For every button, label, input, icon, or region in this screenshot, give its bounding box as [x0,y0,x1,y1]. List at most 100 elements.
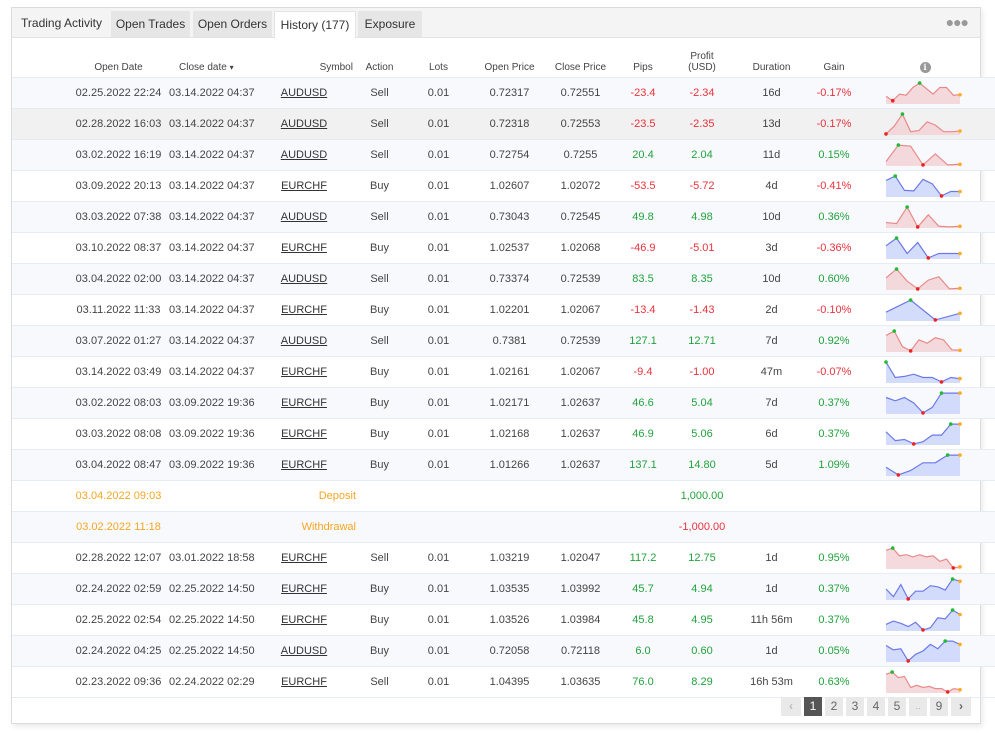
symbol-cell[interactable]: AUDUSD [251,635,357,667]
symbol-cell-text[interactable]: EURCHF [281,304,327,316]
symbol-cell-text[interactable]: AUDUSD [281,118,327,130]
sparkline-cell [860,77,990,109]
tab-history[interactable]: History (177) [274,11,356,38]
lots-cell-text: 0.01 [427,397,450,409]
symbol-cell-text[interactable]: AUDUSD [281,87,327,99]
sparkline-cell [860,666,990,698]
col-pips[interactable]: Pips [617,38,669,78]
symbol-cell[interactable]: EURCHF [251,232,357,264]
info-icon[interactable]: i [919,62,931,73]
symbol-cell-text[interactable]: EURCHF [281,583,327,595]
symbol-cell[interactable]: EURCHF [251,604,357,636]
open-date-cell: 02.25.2022 22:24 [12,77,169,109]
close-price-cell: 1.02068 [544,232,617,264]
symbol-cell[interactable]: EURCHF [251,294,357,326]
sparkline-low-marker [926,256,931,260]
pips-cell: 76.0 [617,666,669,698]
col-duration[interactable]: Duration [735,38,808,78]
symbol-cell[interactable]: EURCHF [251,449,357,481]
tab-open-orders[interactable]: Open Orders [193,11,272,37]
pagination-page-9[interactable]: 9 [930,697,948,716]
symbol-cell-text[interactable]: EURCHF [281,397,327,409]
col-open-price[interactable]: Open Price [475,38,544,78]
symbol-cell-text[interactable]: EURCHF [281,552,327,564]
trade-sparkline [885,267,962,291]
pagination-prev-button[interactable]: ‹ [781,697,801,716]
pagination-page-4[interactable]: 4 [867,697,885,716]
col-spacer [990,38,995,78]
tab-open-trades[interactable]: Open Trades [111,11,190,37]
pips-cell-text: 20.4 [632,149,654,161]
pagination-page-2[interactable]: 2 [825,697,843,716]
symbol-cell[interactable]: EURCHF [251,573,357,605]
gain-cell-text: 1.09% [818,459,850,471]
symbol-cell[interactable]: EURCHF [251,542,357,574]
gain-cell-text: 0.37% [818,397,850,409]
symbol-cell[interactable]: EURCHF [251,356,357,388]
symbol-cell-text[interactable]: EURCHF [281,180,327,192]
close-price-cell-text: 1.02067 [560,304,601,316]
transaction-amount-cell: -1,000.00 [669,511,735,543]
symbol-cell-text[interactable]: AUDUSD [281,273,327,285]
col-open-date[interactable]: Open Date [12,38,169,78]
symbol-cell[interactable]: EURCHF [251,666,357,698]
symbol-cell-text[interactable]: EURCHF [281,242,327,254]
empty-cell [617,511,669,543]
col-close-price[interactable]: Close Price [544,38,617,78]
empty-cell [808,480,860,512]
symbol-cell[interactable]: EURCHF [251,387,357,419]
pips-cell: 49.8 [617,201,669,233]
symbol-cell-text[interactable]: EURCHF [281,428,327,440]
col-close-date[interactable]: Close date ▾ Symbol [169,38,357,78]
duration-cell-text: 6d [765,428,778,440]
close-price-cell-text: 0.72551 [560,87,601,99]
table-row: 03.02.2022 08:03 03.09.2022 19:36 EURCHF Bu… [12,387,995,419]
col-profit[interactable]: Profit (USD) [669,38,735,78]
pagination-next-button[interactable]: › [951,697,971,716]
pagination-page-5[interactable]: 5 [888,697,906,716]
symbol-cell[interactable]: AUDUSD [251,139,357,171]
symbol-cell[interactable]: AUDUSD [251,108,357,140]
duration-cell: 10d [735,201,808,233]
symbol-cell-text[interactable]: EURCHF [281,614,327,626]
profit-cell: 8.35 [669,263,735,295]
transaction-type-cell-text: Deposit [318,490,356,502]
symbol-cell[interactable]: AUDUSD [251,263,357,295]
symbol-cell[interactable]: EURCHF [251,170,357,202]
tab-exposure[interactable]: Exposure [358,11,422,37]
symbol-cell-text[interactable]: EURCHF [281,366,327,378]
spacer-cell [990,635,995,667]
symbol-cell-text[interactable]: AUDUSD [281,645,327,657]
col-lots[interactable]: Lots [402,38,475,78]
col-symbol[interactable]: Symbol [320,62,353,73]
tab-trading-activity[interactable]: Trading Activity [12,8,111,37]
close-price-cell: 1.02637 [544,387,617,419]
symbol-cell-text[interactable]: EURCHF [281,676,327,688]
symbol-cell-text[interactable]: AUDUSD [281,335,327,347]
table-row: 03.04.2022 08:47 03.09.2022 19:36 EURCHF Bu… [12,449,995,481]
ellipsis-icon[interactable]: ●●● [946,15,969,29]
action-cell-text: Sell [370,676,389,688]
action-cell: Buy [357,635,402,667]
pagination-page-1[interactable]: 1 [804,697,822,716]
symbol-cell-text[interactable]: AUDUSD [281,149,327,161]
trade-sparkline [885,174,962,198]
symbol-cell[interactable]: EURCHF [251,418,357,450]
close-date-cell-text: 03.09.2022 19:36 [169,428,255,440]
col-chart: i [860,38,990,78]
symbol-cell[interactable]: AUDUSD [251,325,357,357]
col-gain[interactable]: Gain [808,38,860,78]
sparkline-low-marker [921,411,925,415]
pagination-page-3[interactable]: 3 [846,697,864,716]
lots-cell-text: 0.01 [427,273,450,285]
action-cell-text: Buy [370,645,389,657]
table-row: 02.25.2022 22:24 03.14.2022 04:37 AUDUSD Se… [12,77,995,109]
table-row: 03.04.2022 02:00 03.14.2022 04:37 AUDUSD Se… [12,263,995,295]
symbol-cell-text[interactable]: EURCHF [281,459,327,471]
symbol-cell-text[interactable]: AUDUSD [281,211,327,223]
symbol-cell[interactable]: AUDUSD [251,201,357,233]
col-action[interactable]: Action [357,38,402,78]
lots-cell: 0.01 [402,604,475,636]
symbol-cell[interactable]: AUDUSD [251,77,357,109]
gain-cell: -0.41% [808,170,860,202]
